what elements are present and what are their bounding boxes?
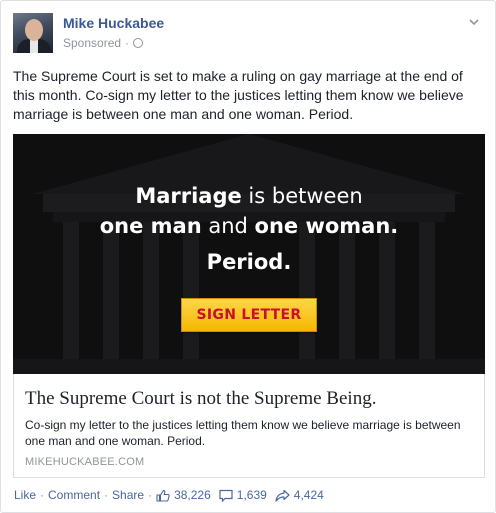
- hero-headline-line1: Marriage is between: [13, 184, 485, 208]
- globe-icon: [133, 38, 144, 48]
- link-preview[interactable]: The Supreme Court is not the Supreme Bei…: [13, 374, 485, 478]
- hero-word-marriage: Marriage: [135, 184, 242, 208]
- comment-icon: [219, 489, 233, 502]
- thumbs-up-icon: [156, 489, 170, 502]
- like-link[interactable]: Like: [14, 488, 36, 502]
- shares-count[interactable]: 4,424: [294, 488, 324, 502]
- share-link[interactable]: Share: [112, 488, 144, 502]
- share-arrow-icon: [275, 489, 290, 502]
- link-domain: MIKEHUCKABEE.COM: [25, 456, 145, 468]
- sponsored-label[interactable]: Sponsored: [63, 36, 121, 50]
- hero-headline-period: Period.: [206, 250, 292, 274]
- hero-text-one-man: one man: [99, 214, 202, 238]
- comment-link[interactable]: Comment: [48, 488, 100, 502]
- post-meta: Sponsored ·: [63, 36, 144, 50]
- ad-hero-image[interactable]: Marriage is between one man and one woma…: [13, 134, 485, 374]
- post-actions-bar: Like · Comment · Share · 38,226 1,639 4,…: [14, 488, 324, 502]
- comments-count[interactable]: 1,639: [237, 488, 267, 502]
- author-name[interactable]: Mike Huckabee: [63, 15, 164, 31]
- sponsored-post-card: Mike Huckabee Sponsored · The Supreme Co…: [0, 0, 496, 513]
- author-avatar[interactable]: [13, 13, 53, 53]
- link-title[interactable]: The Supreme Court is not the Supreme Bei…: [25, 388, 376, 410]
- post-header: Mike Huckabee Sponsored ·: [13, 13, 483, 55]
- hero-headline-line2: one man and one woman.: [13, 214, 485, 238]
- hero-text-one-woman: one woman.: [254, 214, 399, 238]
- post-text: The Supreme Court is set to make a rulin…: [13, 68, 464, 122]
- hero-text-is-between: is between: [241, 184, 363, 208]
- hero-text-and: and: [201, 214, 255, 238]
- meta-separator: ·: [125, 36, 130, 50]
- link-description: Co-sign my letter to the justices lettin…: [25, 418, 461, 448]
- chevron-down-icon[interactable]: [467, 15, 481, 29]
- likes-count[interactable]: 38,226: [174, 488, 211, 502]
- sign-letter-button[interactable]: SIGN LETTER: [181, 298, 317, 332]
